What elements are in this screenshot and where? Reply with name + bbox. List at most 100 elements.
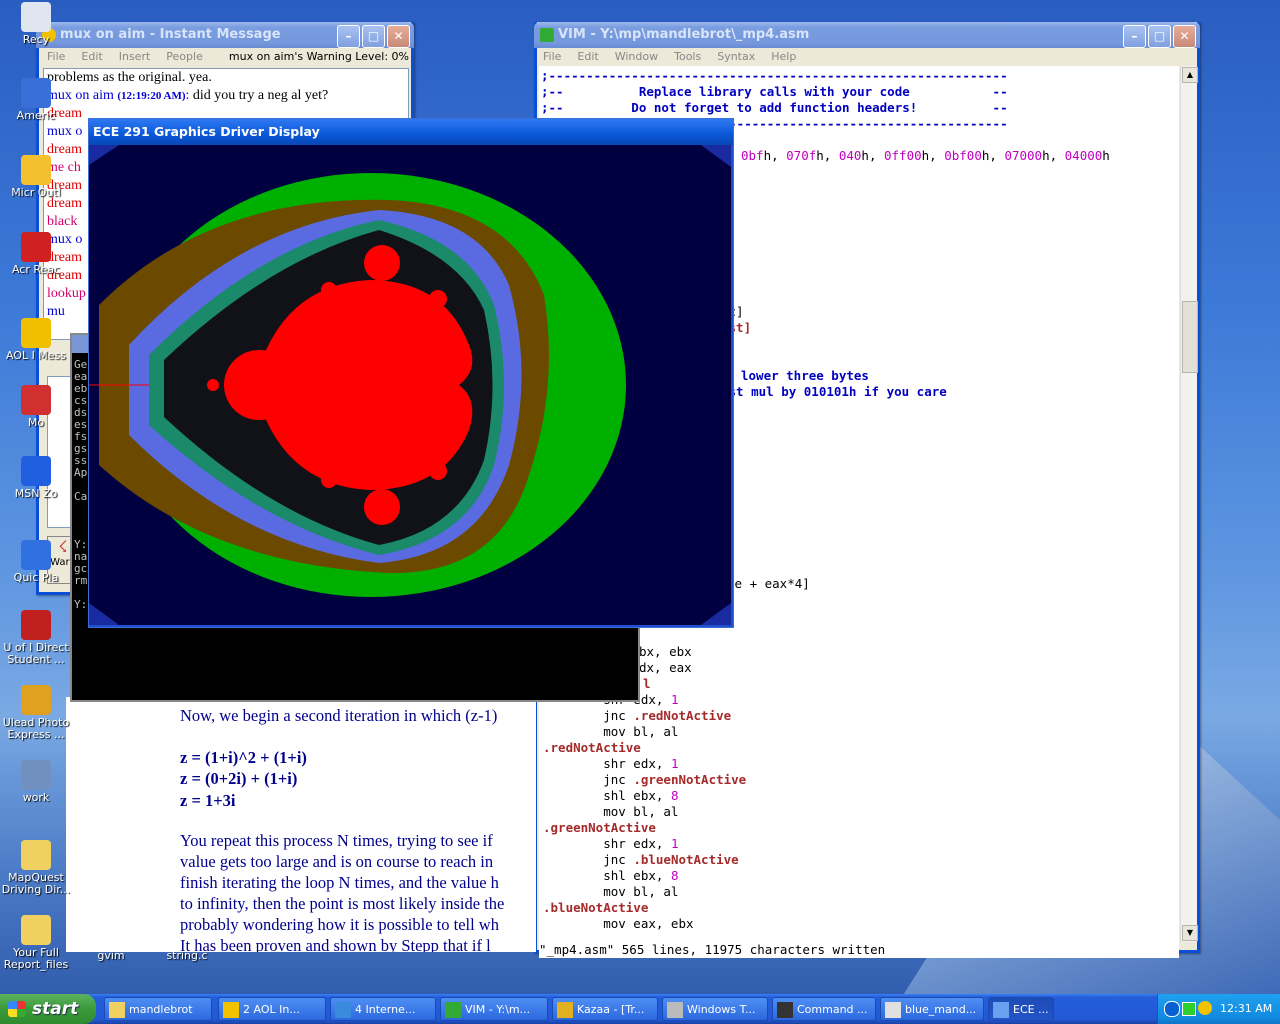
desktop-shortcut-icon xyxy=(21,318,51,348)
menu-item[interactable]: File xyxy=(541,48,563,66)
taskbar-button[interactable]: blue_mand... xyxy=(880,997,984,1021)
menu-item[interactable]: File xyxy=(45,48,67,66)
palette-value: 0ff00 xyxy=(884,148,922,163)
vim-titlebar[interactable]: VIM - Y:\mp\mandlebrot\_mp4.asm – □ ✕ xyxy=(534,22,1200,48)
menu-item[interactable]: Tools xyxy=(672,48,703,66)
desktop-icon[interactable]: AOL I Mess xyxy=(0,318,72,362)
desktop-shortcut-icon xyxy=(21,760,51,790)
doc-text: probably wondering how it is possible to… xyxy=(180,915,499,934)
chat-line: problems as the original. yea. xyxy=(47,70,212,85)
close-button[interactable]: ✕ xyxy=(1173,25,1196,48)
code-line: mov bl, al xyxy=(543,884,679,899)
aim-title: mux on aim - Instant Message xyxy=(60,27,281,42)
desktop-shortcut-icon xyxy=(21,610,51,640)
hex-suffix: h, xyxy=(1042,148,1065,163)
browser-document-page: Now, we begin a second iteration in whic… xyxy=(66,697,536,952)
desktop-icon-label: MSN Zo xyxy=(14,487,58,500)
desktop-icon[interactable]: Acr Reac xyxy=(0,232,72,276)
menu-item[interactable]: Syntax xyxy=(715,48,757,66)
vim-scrollbar[interactable]: ▲ ▼ xyxy=(1180,66,1198,942)
desktop-icon-label: Mo xyxy=(27,416,45,429)
desktop-icon[interactable]: Mo xyxy=(0,385,72,429)
network-icon[interactable] xyxy=(1182,1002,1196,1016)
taskbar-button[interactable]: 2 AOL In... xyxy=(218,997,326,1021)
desktop-icon[interactable]: Quic Pla xyxy=(0,540,72,584)
code-line: shr edx, 1 xyxy=(543,836,679,851)
graphics-display-window: ECE 291 Graphics Driver Display xyxy=(88,118,734,628)
task-label: Command ... xyxy=(797,1003,868,1016)
palette-value: 0bf xyxy=(741,148,764,163)
desktop-icon-label: MapQuest Driving Dir... xyxy=(1,871,71,896)
scroll-down-arrow[interactable]: ▼ xyxy=(1182,925,1198,941)
desktop-shortcut-icon xyxy=(21,2,51,32)
taskbar-button[interactable]: mandlebrot xyxy=(104,997,212,1021)
menu-item[interactable]: Insert xyxy=(117,48,153,66)
desktop-icon-label: Quic Pla xyxy=(13,571,59,584)
cmd-line: rm xyxy=(74,574,88,587)
code-line: jnc .greenNotActive xyxy=(543,772,747,787)
tray-arrow-icon[interactable] xyxy=(1164,1001,1180,1017)
desktop-icon-label: Ulead Photo Express ... xyxy=(2,716,70,741)
code-line: mov eax, ebx xyxy=(543,916,694,931)
hex-suffix: h, xyxy=(981,148,1005,163)
start-button[interactable]: start xyxy=(0,994,96,1024)
menu-item[interactable]: Window xyxy=(613,48,660,66)
taskbar-button[interactable]: Windows T... xyxy=(662,997,768,1021)
code-line: shl ebx, 8 xyxy=(543,868,679,883)
taskbar-button[interactable]: VIM - Y:\m... xyxy=(440,997,548,1021)
graphics-titlebar[interactable]: ECE 291 Graphics Driver Display xyxy=(89,119,733,145)
menu-item[interactable]: Edit xyxy=(79,48,104,66)
desktop-shortcut-icon xyxy=(21,155,51,185)
clock[interactable]: 12:31 AM xyxy=(1220,994,1272,1024)
windows-flag-icon xyxy=(8,1001,26,1017)
desktop-icon[interactable]: Micr Outl xyxy=(0,155,72,199)
desktop-shortcut-icon xyxy=(21,232,51,262)
aim-tray-icon[interactable] xyxy=(1198,1001,1212,1015)
taskbar-button[interactable]: ECE ... xyxy=(988,997,1054,1021)
code-line: bx, ebx xyxy=(639,644,692,659)
desktop-icon[interactable]: Recy xyxy=(0,2,72,46)
taskbar-button[interactable]: Kazaa - [Tr... xyxy=(552,997,658,1021)
task-label: 4 Interne... xyxy=(355,1003,416,1016)
system-tray: 12:31 AM xyxy=(1157,994,1280,1024)
close-button[interactable]: ✕ xyxy=(387,25,410,48)
hex-suffix: h, xyxy=(921,148,945,163)
desktop-icon[interactable]: Americ xyxy=(0,78,72,122)
scroll-thumb[interactable] xyxy=(1182,301,1198,373)
aim-menubar: File Edit Insert People mux on aim's Warnin… xyxy=(39,48,411,66)
task-label: ECE ... xyxy=(1013,1003,1049,1016)
doc-text: value gets too large and is on course to… xyxy=(180,852,494,871)
code-line: ;-- Replace library calls with your code… xyxy=(541,84,1008,99)
mandelbrot-canvas[interactable] xyxy=(89,145,731,625)
desktop-icon[interactable]: Your Full Report_files xyxy=(0,915,72,971)
desktop-icon[interactable]: Ulead Photo Express ... xyxy=(0,685,72,741)
palette-value: 070f xyxy=(786,148,817,163)
maximize-button[interactable]: □ xyxy=(1148,25,1171,48)
desktop-icon-label: Americ xyxy=(16,109,56,122)
taskbar-button[interactable]: Command ... xyxy=(772,997,876,1021)
desktop-icon[interactable]: U of I Direct Student ... xyxy=(0,610,72,666)
palette-value: 0bf00 xyxy=(944,148,982,163)
desktop-icon[interactable]: work xyxy=(0,760,72,804)
task-app-icon xyxy=(667,1002,683,1018)
taskbar-button[interactable]: 4 Interne... xyxy=(330,997,436,1021)
desktop-icon[interactable]: MapQuest Driving Dir... xyxy=(0,840,72,896)
minimize-button[interactable]: – xyxy=(1123,25,1146,48)
desktop-icon[interactable]: MSN Zo xyxy=(0,456,72,500)
maximize-button[interactable]: □ xyxy=(362,25,385,48)
desktop-shortcut-icon xyxy=(21,78,51,108)
menu-item[interactable]: Help xyxy=(769,48,798,66)
minimize-button[interactable]: – xyxy=(337,25,360,48)
warning-level: mux on aim's Warning Level: 0% xyxy=(228,50,409,63)
menu-item[interactable]: People xyxy=(164,48,205,66)
menu-item[interactable]: Edit xyxy=(575,48,600,66)
task-label: Windows T... xyxy=(687,1003,756,1016)
aim-titlebar[interactable]: mux on aim - Instant Message – □ ✕ xyxy=(36,22,414,48)
task-app-icon xyxy=(223,1002,239,1018)
scroll-up-arrow[interactable]: ▲ xyxy=(1182,67,1198,83)
desktop-shortcut-icon xyxy=(21,840,51,870)
code-line: .blueNotActive xyxy=(543,900,649,915)
palette-value: 07000 xyxy=(1004,148,1043,163)
doc-text: finish iterating the loop N times, and t… xyxy=(180,873,499,892)
doc-text: You repeat this process N times, trying … xyxy=(180,831,493,850)
